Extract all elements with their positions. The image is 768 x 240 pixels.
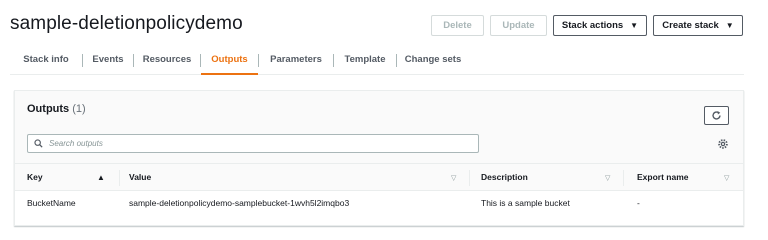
tab-label: Parameters: [270, 54, 322, 65]
stack-tabs: Stack info Events Resources Outputs Para…: [10, 45, 744, 75]
sort-icon[interactable]: ▽: [451, 174, 456, 182]
stack-actions-label: Stack actions: [561, 20, 624, 31]
tab-events[interactable]: Events: [83, 45, 133, 74]
cell-key: BucketName: [27, 198, 76, 208]
search-box: [27, 134, 479, 153]
outputs-count: (1): [72, 103, 86, 115]
outputs-title: Outputs: [27, 103, 70, 115]
tab-label: Events: [92, 54, 124, 65]
column-divider: [623, 170, 624, 186]
column-divider: [469, 170, 470, 186]
tab-parameters[interactable]: Parameters: [259, 45, 333, 74]
tab-label: Outputs: [211, 54, 248, 65]
stack-actions-button[interactable]: Stack actions ▼: [553, 15, 647, 36]
column-header-label: Export name: [637, 172, 689, 182]
outputs-panel-header: Outputs (1): [15, 91, 743, 163]
update-button[interactable]: Update: [490, 15, 547, 36]
sort-ascending-icon[interactable]: ▲: [97, 173, 105, 182]
page-title: sample-deletionpolicydemo: [10, 13, 243, 34]
tab-label: Stack info: [23, 54, 69, 65]
table-row: BucketName sample-deletionpolicydemo-sam…: [15, 191, 743, 215]
tab-resources[interactable]: Resources: [134, 45, 200, 74]
column-header-label: Value: [129, 172, 152, 182]
column-header-description[interactable]: Description: [481, 164, 528, 190]
refresh-icon: [712, 111, 721, 120]
outputs-table-header: Key ▲ Value ▽ Description ▽ Export name …: [15, 163, 743, 191]
column-header-value[interactable]: Value: [129, 164, 151, 190]
outputs-heading: Outputs (1): [27, 103, 86, 115]
cell-export-name: -: [637, 198, 640, 208]
search-input[interactable]: [49, 139, 449, 148]
sort-icon[interactable]: ▽: [605, 174, 610, 182]
cell-value: sample-deletionpolicydemo-samplebucket-1…: [129, 198, 350, 208]
outputs-panel: Outputs (1) Search outputs Key ▲ Value ▽…: [14, 90, 744, 226]
create-stack-button[interactable]: Create stack ▼: [653, 15, 743, 36]
caret-down-icon: ▼: [725, 21, 734, 30]
column-header-key[interactable]: Key: [27, 164, 43, 190]
refresh-button[interactable]: [704, 106, 729, 125]
cloudformation-stack-outputs-page: sample-deletionpolicydemo Delete Update …: [0, 0, 768, 240]
gear-icon: [718, 139, 728, 149]
tab-label: Change sets: [404, 54, 462, 65]
update-button-label: Update: [502, 20, 535, 31]
column-header-export-name[interactable]: Export name: [637, 164, 689, 190]
tab-label: Resources: [142, 54, 192, 65]
tab-stack-info[interactable]: Stack info: [10, 45, 82, 74]
tab-outputs[interactable]: Outputs: [201, 45, 258, 75]
delete-button-label: Delete: [443, 20, 472, 31]
tab-label: Template: [344, 54, 386, 65]
delete-button[interactable]: Delete: [431, 15, 484, 36]
tab-template[interactable]: Template: [334, 45, 396, 74]
search-icon: [34, 139, 43, 148]
settings-button[interactable]: [717, 137, 729, 149]
tab-change-sets[interactable]: Change sets: [397, 45, 469, 74]
column-header-label: Key: [27, 172, 43, 182]
caret-down-icon: ▼: [630, 21, 639, 30]
column-header-label: Description: [481, 172, 528, 182]
stack-header: sample-deletionpolicydemo Delete Update …: [10, 11, 744, 39]
column-divider: [119, 170, 120, 186]
sort-icon[interactable]: ▽: [724, 174, 729, 182]
cell-description: This is a sample bucket: [481, 198, 570, 208]
create-stack-label: Create stack: [662, 20, 719, 31]
